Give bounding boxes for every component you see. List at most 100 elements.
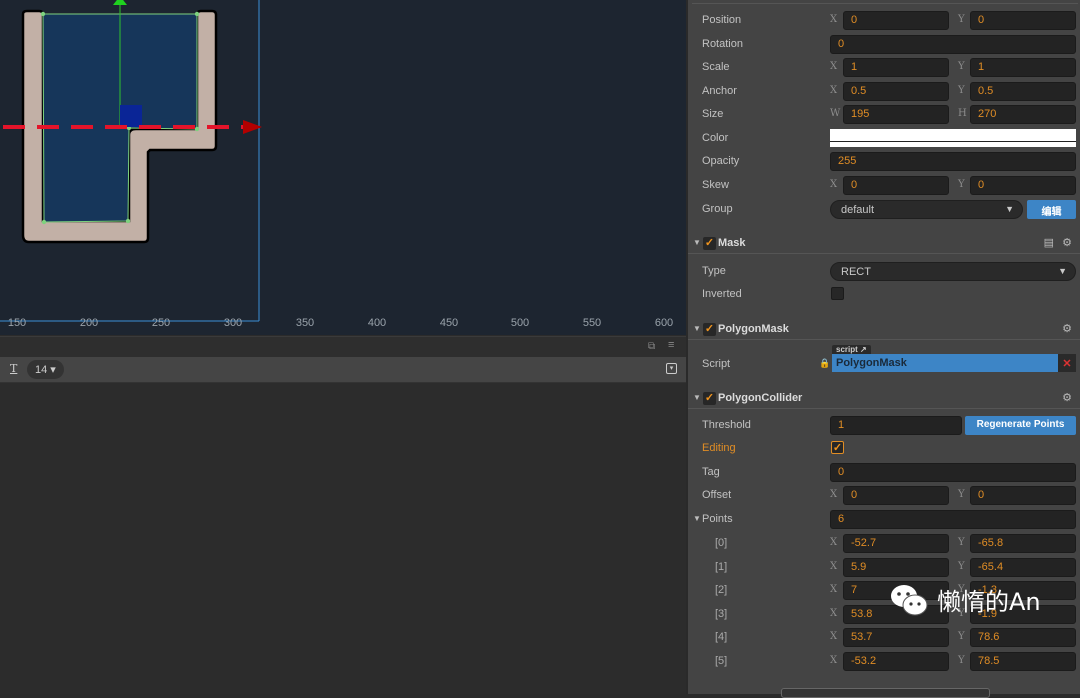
inverted-checkbox[interactable] [831, 287, 844, 300]
remove-icon[interactable]: ✕ [1058, 354, 1076, 372]
prop-threshold: Threshold 1 Regenerate Points [688, 416, 1080, 436]
anchor-x-input[interactable]: 0.5 [843, 82, 949, 101]
editing-checkbox[interactable]: ✓ [831, 441, 844, 454]
scene-view[interactable]: 150 200 250 300 350 400 450 500 550 600 [0, 0, 686, 335]
position-y-input[interactable]: 0 [970, 11, 1076, 30]
polygoncollider-component-header[interactable]: ▼ ✓ PolygonCollider ⚙ [688, 389, 1080, 409]
label: Editing [702, 442, 736, 454]
label: Type [702, 265, 726, 277]
prop-scale: Scale X 1 Y 1 [688, 58, 1080, 78]
menu-icon[interactable]: ≡ [668, 339, 674, 351]
prop-offset: Offset X 0 Y 0 [688, 486, 1080, 506]
skew-x-input[interactable]: 0 [843, 176, 949, 195]
point-y-input[interactable]: -65.4 [970, 557, 1076, 577]
edit-group-button[interactable]: 编辑 [1027, 200, 1076, 219]
width-input[interactable]: 195 [843, 105, 949, 124]
collapse-arrow-icon[interactable]: ▼ [693, 324, 701, 333]
mask-enabled-checkbox[interactable]: ✓ [703, 237, 716, 250]
color-swatch[interactable] [830, 129, 1076, 147]
panel-tab-bar: ⧉ ≡ [0, 336, 686, 357]
point-x-input[interactable]: 5.9 [843, 557, 949, 577]
y-label: Y [958, 489, 965, 500]
y-label: Y [958, 61, 965, 72]
point-x-input[interactable]: -53.2 [843, 652, 949, 671]
offset-y-input[interactable]: 0 [970, 486, 1076, 505]
console-panel [0, 383, 686, 694]
height-input[interactable]: 270 [970, 105, 1076, 124]
mask-type-select[interactable]: RECT ▼ [830, 262, 1076, 281]
point-index: [1] [715, 560, 728, 573]
script-field[interactable]: PolygonMask [832, 354, 1058, 372]
gear-icon[interactable]: ⚙ [1062, 236, 1072, 249]
point-y-input[interactable]: 78.6 [970, 628, 1076, 648]
x-label: X [830, 537, 838, 548]
point-handle [194, 11, 200, 17]
prop-rotation: Rotation 0 [688, 35, 1080, 55]
point-row: [4] X 53.7 Y 78.6 [688, 628, 1080, 648]
prop-group: Group default ▼ 编辑 [688, 200, 1080, 220]
popout-icon[interactable]: ⧉ [648, 341, 655, 352]
script-tag-label: script [836, 345, 858, 354]
y-label: Y [958, 655, 965, 666]
point-y-input[interactable]: -65.8 [970, 534, 1076, 553]
label: Group [702, 203, 733, 215]
label: Skew [702, 179, 729, 191]
label: Rotation [702, 38, 743, 50]
gear-icon[interactable]: ⚙ [1062, 391, 1072, 404]
add-component-button[interactable] [781, 688, 990, 698]
regenerate-points-button[interactable]: Regenerate Points [965, 416, 1076, 435]
scale-y-input[interactable]: 1 [970, 58, 1076, 77]
opacity-input[interactable]: 255 [830, 152, 1076, 171]
x-label: X [830, 179, 838, 190]
x-label: X [830, 14, 838, 25]
ruler-label: 300 [223, 317, 243, 329]
watermark-text: 懒惰的An [937, 588, 1041, 616]
collapse-arrow-icon[interactable]: ▼ [693, 393, 701, 402]
prop-script: Script 🔒 script ↗ PolygonMask ✕ [688, 345, 1080, 374]
collapse-arrow-icon[interactable]: ▼ [693, 238, 701, 247]
label: Position [702, 14, 742, 26]
gear-icon[interactable]: ⚙ [1062, 322, 1072, 335]
book-icon[interactable]: ▤ [1044, 236, 1054, 249]
script-tag[interactable]: script ↗ [832, 345, 871, 354]
ruler-label: 400 [367, 317, 387, 329]
rotation-input[interactable]: 0 [830, 35, 1076, 54]
collider-enabled-checkbox[interactable]: ✓ [703, 392, 716, 405]
position-x-input[interactable]: 0 [843, 11, 949, 30]
collapse-icon[interactable]: ▾ [666, 363, 677, 374]
y-label: Y [958, 85, 965, 96]
group-select[interactable]: default ▼ [830, 200, 1023, 219]
label: Opacity [702, 155, 740, 167]
scale-x-input[interactable]: 1 [843, 58, 949, 77]
threshold-input[interactable]: 1 [830, 416, 962, 435]
points-count-input[interactable]: 6 [830, 510, 1076, 529]
offset-x-input[interactable]: 0 [843, 486, 949, 505]
label: Offset [702, 489, 732, 501]
group-value: default [841, 204, 875, 216]
h-label: H [958, 108, 967, 119]
prop-tag: Tag 0 [688, 463, 1080, 483]
point-row: [0] X -52.7 Y -65.8 [688, 534, 1080, 554]
component-title: PolygonCollider [718, 392, 803, 404]
label: Size [702, 108, 724, 120]
prop-opacity: Opacity 255 [688, 152, 1080, 172]
point-index: [0] [715, 537, 728, 549]
prop-skew: Skew X 0 Y 0 [688, 176, 1080, 196]
skew-y-input[interactable]: 0 [970, 176, 1076, 195]
point-x-input[interactable]: -52.7 [843, 534, 949, 553]
point-y-input[interactable]: 78.5 [970, 652, 1076, 671]
point-row: [1] X 5.9 Y -65.4 [688, 557, 1080, 578]
ruler-label: 600 [654, 317, 674, 329]
point-x-input[interactable]: 53.7 [843, 628, 949, 648]
font-size-select[interactable]: 14 ▾ [27, 360, 64, 379]
polygonmask-component-header[interactable]: ▼ ✓ PolygonMask ⚙ [688, 320, 1080, 340]
anchor-y-input[interactable]: 0.5 [970, 82, 1076, 101]
prop-points: ▼ Points 6 [688, 510, 1080, 530]
tag-input[interactable]: 0 [830, 463, 1076, 482]
scene-canvas[interactable] [0, 0, 686, 335]
polygonmask-enabled-checkbox[interactable]: ✓ [703, 323, 716, 336]
prop-mask-type: Type RECT ▼ [688, 262, 1080, 282]
mask-component-header[interactable]: ▼ ✓ Mask ▤ ⚙ [688, 234, 1080, 254]
collapse-arrow-icon[interactable]: ▼ [693, 514, 701, 523]
x-label: X [830, 655, 838, 666]
